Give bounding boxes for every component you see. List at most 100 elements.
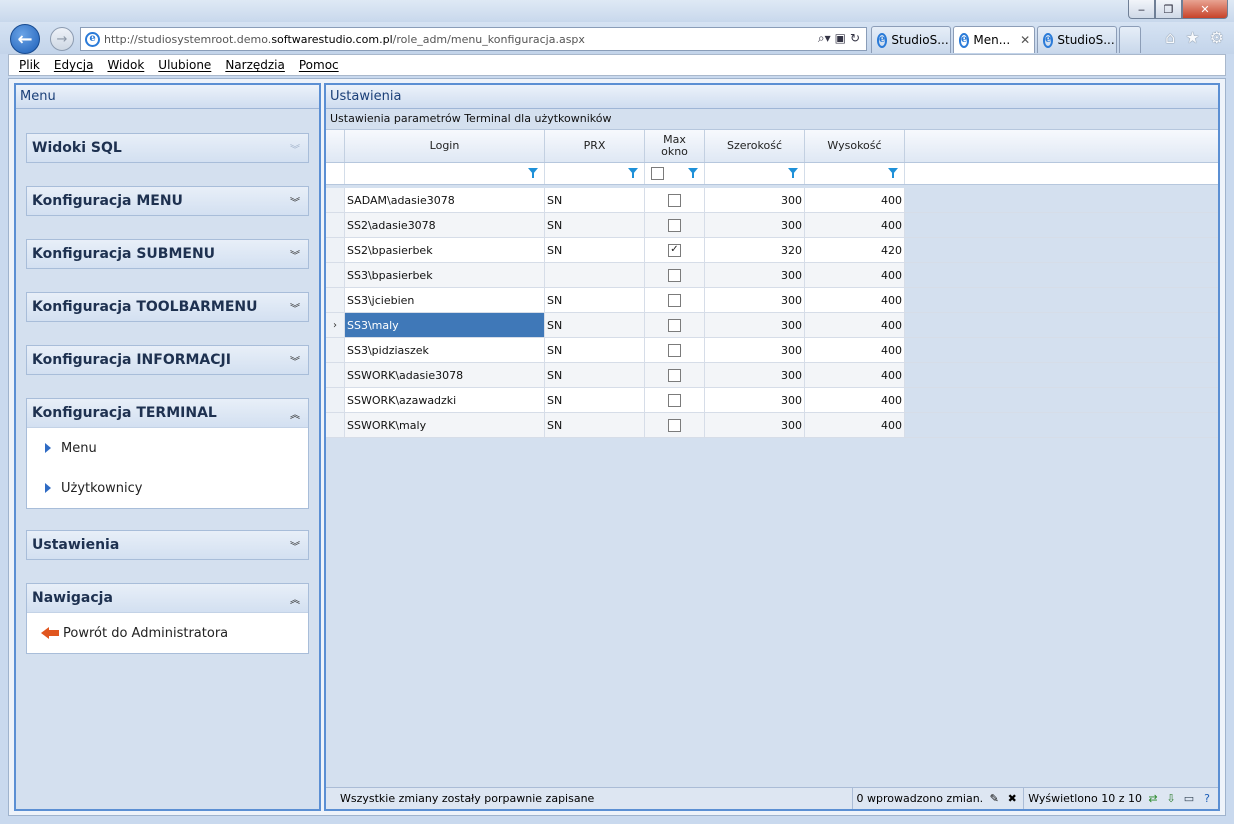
table-row[interactable]: SS3\bpasierbek 300 400	[326, 263, 1218, 288]
close-tab-icon[interactable]: ✕	[1020, 33, 1030, 47]
cell-szerokosc[interactable]: 300	[705, 288, 805, 312]
cell-login[interactable]: SS2\adasie3078	[345, 213, 545, 237]
row-indicator[interactable]	[326, 238, 345, 262]
filter-max-okno[interactable]	[645, 163, 705, 184]
table-row[interactable]: SS3\pidziaszek SN 300 400	[326, 338, 1218, 363]
section-ustawienia[interactable]: Ustawienia ︾	[26, 530, 309, 560]
cell-max-okno[interactable]	[645, 313, 705, 337]
nav-item-powrot[interactable]: Powrót do Administratora	[27, 613, 308, 653]
cell-szerokosc[interactable]: 300	[705, 213, 805, 237]
section-header[interactable]: Widoki SQL ︾	[27, 134, 308, 162]
max-okno-checkbox[interactable]	[668, 393, 681, 407]
cell-prx[interactable]: SN	[545, 213, 645, 237]
max-okno-checkbox[interactable]	[668, 368, 681, 382]
cell-login[interactable]: SSWORK\maly	[345, 413, 545, 437]
cell-prx[interactable]: SN	[545, 388, 645, 412]
cell-szerokosc[interactable]: 300	[705, 363, 805, 387]
cell-wysokosc[interactable]: 400	[805, 213, 905, 237]
print-icon[interactable]: ▭	[1182, 792, 1196, 806]
help-icon[interactable]: ?	[1200, 792, 1214, 806]
row-indicator[interactable]	[326, 363, 345, 387]
max-okno-checkbox[interactable]	[668, 268, 681, 282]
back-button[interactable]: ←	[10, 24, 40, 54]
section-header[interactable]: Konfiguracja TERMINAL ︽	[27, 399, 308, 427]
cell-login[interactable]: SS3\pidziaszek	[345, 338, 545, 362]
row-indicator[interactable]: ›	[326, 313, 345, 337]
cell-prx[interactable]: SN	[545, 413, 645, 437]
section-header[interactable]: Ustawienia ︾	[27, 531, 308, 559]
cell-max-okno[interactable]: ✓	[645, 238, 705, 262]
favorites-star-icon[interactable]: ★	[1185, 28, 1199, 47]
cell-wysokosc[interactable]: 400	[805, 188, 905, 212]
cell-login[interactable]: SS3\maly	[345, 313, 545, 337]
cell-wysokosc[interactable]: 420	[805, 238, 905, 262]
table-row[interactable]: › SS3\maly SN 300 400	[326, 313, 1218, 338]
row-indicator[interactable]	[326, 338, 345, 362]
cell-wysokosc[interactable]: 400	[805, 388, 905, 412]
column-header-wysokosc[interactable]: Wysokość	[805, 130, 905, 162]
cell-wysokosc[interactable]: 400	[805, 288, 905, 312]
max-okno-checkbox[interactable]	[668, 318, 681, 332]
cell-prx[interactable]: SN	[545, 238, 645, 262]
row-indicator[interactable]	[326, 263, 345, 287]
section-header[interactable]: Konfiguracja TOOLBARMENU ︾	[27, 293, 308, 321]
cell-wysokosc[interactable]: 400	[805, 363, 905, 387]
max-okno-checkbox[interactable]	[668, 343, 681, 357]
export-icon[interactable]: ⇩	[1164, 792, 1178, 806]
cancel-changes-icon[interactable]: ✖	[1005, 792, 1019, 806]
cell-prx[interactable]: SN	[545, 288, 645, 312]
table-row[interactable]: SSWORK\adasie3078 SN 300 400	[326, 363, 1218, 388]
cell-szerokosc[interactable]: 300	[705, 338, 805, 362]
cell-login[interactable]: SS2\bpasierbek	[345, 238, 545, 262]
row-indicator[interactable]	[326, 213, 345, 237]
minimize-button[interactable]: ‒	[1128, 0, 1155, 19]
cell-wysokosc[interactable]: 400	[805, 413, 905, 437]
filter-checkbox[interactable]	[651, 167, 664, 180]
browser-tab-3[interactable]: e StudioS...	[1037, 26, 1117, 53]
menu-favorites[interactable]: Ulubione	[158, 58, 211, 72]
filter-wysokosc[interactable]	[805, 163, 905, 184]
filter-prx[interactable]	[545, 163, 645, 184]
cell-login[interactable]: SSWORK\adasie3078	[345, 363, 545, 387]
cell-wysokosc[interactable]: 400	[805, 338, 905, 362]
cell-max-okno[interactable]	[645, 288, 705, 312]
cell-max-okno[interactable]	[645, 338, 705, 362]
close-window-button[interactable]: ✕	[1182, 0, 1228, 19]
forward-button[interactable]: →	[50, 27, 74, 51]
gear-icon[interactable]: ⚙	[1210, 28, 1224, 47]
cell-login[interactable]: SSWORK\azawadzki	[345, 388, 545, 412]
table-row[interactable]: SS3\jciebien SN 300 400	[326, 288, 1218, 313]
cell-max-okno[interactable]	[645, 388, 705, 412]
cell-szerokosc[interactable]: 300	[705, 263, 805, 287]
home-icon[interactable]: ⌂	[1165, 28, 1175, 47]
compatibility-icon[interactable]: ▣	[835, 31, 846, 46]
new-tab-button[interactable]	[1119, 26, 1141, 53]
section-header[interactable]: Konfiguracja INFORMACJI ︾	[27, 346, 308, 374]
menu-help[interactable]: Pomoc	[299, 58, 339, 72]
filter-icon[interactable]	[788, 168, 798, 178]
section-konfiguracja-informacji[interactable]: Konfiguracja INFORMACJI ︾	[26, 345, 309, 375]
cell-max-okno[interactable]	[645, 263, 705, 287]
cell-szerokosc[interactable]: 300	[705, 413, 805, 437]
max-okno-checkbox[interactable]	[668, 418, 681, 432]
cell-wysokosc[interactable]: 400	[805, 263, 905, 287]
cell-max-okno[interactable]	[645, 188, 705, 212]
column-header-login[interactable]: Login	[345, 130, 545, 162]
max-okno-checkbox[interactable]	[668, 218, 681, 232]
row-indicator[interactable]	[326, 413, 345, 437]
filter-icon[interactable]	[688, 168, 698, 178]
table-row[interactable]: SSWORK\maly SN 300 400	[326, 413, 1218, 438]
browser-tab-1[interactable]: e StudioS...	[871, 26, 951, 53]
max-okno-checkbox[interactable]	[668, 193, 681, 207]
cell-prx[interactable]	[545, 263, 645, 287]
cell-szerokosc[interactable]: 300	[705, 188, 805, 212]
section-konfiguracja-submenu[interactable]: Konfiguracja SUBMENU ︾	[26, 239, 309, 269]
cell-max-okno[interactable]	[645, 363, 705, 387]
cell-max-okno[interactable]	[645, 213, 705, 237]
row-indicator[interactable]	[326, 188, 345, 212]
section-konfiguracja-terminal[interactable]: Konfiguracja TERMINAL ︽ Menu Użytkownicy	[26, 398, 309, 509]
menu-file[interactable]: Plik	[19, 58, 40, 72]
max-okno-checkbox[interactable]	[668, 293, 681, 307]
column-header-prx[interactable]: PRX	[545, 130, 645, 162]
cell-login[interactable]: SS3\jciebien	[345, 288, 545, 312]
